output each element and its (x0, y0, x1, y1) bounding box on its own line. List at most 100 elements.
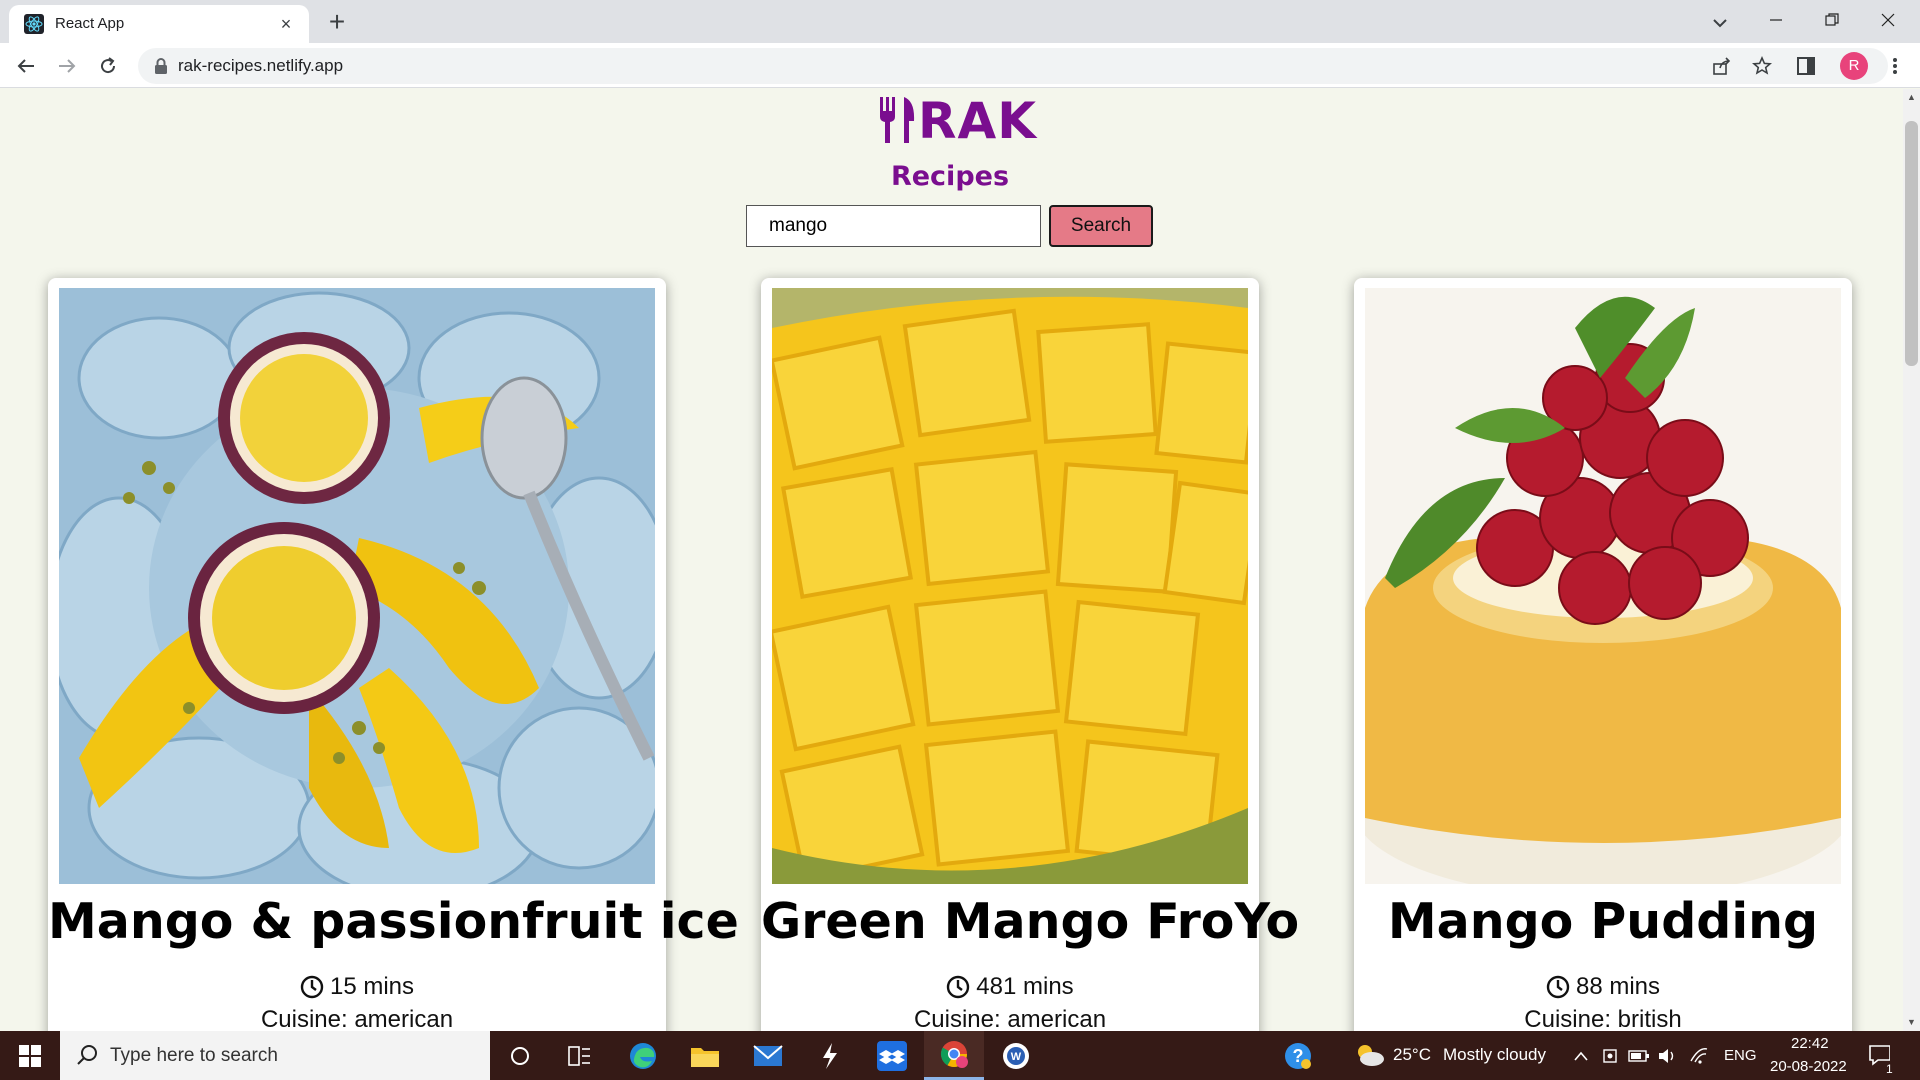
clock-icon (1546, 975, 1570, 999)
dropbox-icon (877, 1040, 907, 1071)
arrow-left-icon (17, 59, 34, 73)
profile-avatar[interactable]: R (1840, 52, 1868, 80)
recipe-image[interactable] (772, 288, 1248, 884)
weather-cloud-icon[interactable] (1354, 1042, 1386, 1068)
recipe-title: Mango & passionfruit ice (48, 893, 739, 950)
forward-button[interactable] (51, 50, 83, 82)
back-button[interactable] (10, 50, 42, 82)
minimize-button[interactable] (1748, 0, 1804, 40)
reload-icon (101, 57, 116, 74)
new-tab-button[interactable]: + (322, 8, 352, 38)
show-hidden-icons-chevron-icon[interactable] (1570, 1045, 1592, 1067)
taskbar-search-box[interactable]: Type here to search (60, 1031, 490, 1080)
mail-app[interactable] (738, 1031, 798, 1080)
browser-tab[interactable]: React App × (9, 5, 309, 43)
tab-close-icon[interactable]: × (275, 13, 297, 35)
close-window-button[interactable] (1860, 0, 1916, 40)
folder-icon (691, 1047, 719, 1067)
start-button[interactable] (0, 1031, 60, 1080)
arrow-right-icon (59, 59, 76, 73)
chrome-icon (940, 1041, 968, 1068)
cortana-button[interactable] (490, 1031, 550, 1080)
input-language[interactable]: ENG (1724, 1046, 1757, 1066)
recipe-title: Green Mango FroYo (761, 893, 1300, 950)
recipe-card[interactable]: Mango & passionfruit ice 15 mins Cuisine… (48, 278, 739, 1031)
chrome-app[interactable] (924, 1031, 984, 1080)
lightning-app[interactable] (800, 1031, 860, 1080)
recipe-time-text: 481 mins (976, 973, 1074, 1000)
edge-app[interactable] (613, 1031, 673, 1080)
browser-toolbar: rak-recipes.netlify.app R (0, 43, 1920, 88)
mail-icon (753, 1044, 783, 1066)
recipe-search-input[interactable] (746, 205, 1041, 247)
svg-text:W: W (1011, 1051, 1022, 1063)
close-icon (1881, 13, 1895, 27)
clock-date[interactable]: 20-08-2022 (1770, 1057, 1847, 1077)
recipe-cuisine: Cuisine: american (913, 1006, 1107, 1031)
logo-text: RAK (918, 92, 1037, 150)
meet-now-icon[interactable] (1600, 1045, 1622, 1067)
lightning-icon (823, 1042, 837, 1069)
recipe-image[interactable] (1365, 288, 1841, 884)
scroll-thumb[interactable] (1905, 121, 1918, 366)
dropbox-app[interactable] (862, 1031, 922, 1080)
windows-taskbar: Type here to search W ? 25°C Mostly clou… (0, 1031, 1920, 1080)
lock-icon[interactable] (154, 58, 168, 74)
cortana-icon (511, 1046, 529, 1065)
file-explorer-app[interactable] (675, 1031, 735, 1080)
site-logo[interactable]: RAK (878, 93, 1037, 149)
recipe-card[interactable]: Mango Pudding 88 mins Cuisine: british (1354, 278, 1852, 1031)
recipe-time-text: 15 mins (329, 973, 415, 1000)
share-icon[interactable] (1710, 54, 1734, 78)
volume-icon[interactable] (1656, 1045, 1678, 1067)
bookmark-star-icon[interactable] (1750, 54, 1774, 78)
page-viewport: RAK Recipes Search (0, 89, 1920, 1031)
battery-icon[interactable] (1628, 1045, 1650, 1067)
recipe-cuisine: Cuisine: american (260, 1006, 454, 1031)
recipe-cuisine: Cuisine: british (1524, 1006, 1682, 1031)
side-panel-icon[interactable] (1796, 56, 1816, 76)
address-bar[interactable]: rak-recipes.netlify.app (138, 48, 1888, 84)
restore-icon (1825, 13, 1839, 26)
recipe-image[interactable] (59, 288, 655, 884)
search-icon (77, 1045, 97, 1065)
weather-temp[interactable]: 25°C (1393, 1045, 1431, 1065)
edge-icon (630, 1042, 656, 1069)
mango-passionfruit-ice-image (59, 288, 655, 884)
site-tagline: Recipes (890, 161, 1010, 192)
recipe-time-text: 88 mins (1575, 973, 1661, 1000)
task-view-icon (568, 1045, 590, 1066)
weather-description[interactable]: Mostly cloudy (1443, 1045, 1546, 1065)
fork-knife-icon (880, 97, 915, 143)
recipe-time: 481 mins (761, 973, 1259, 1001)
page-scrollbar[interactable]: ▲ ▼ (1903, 89, 1920, 1031)
search-button[interactable]: Search (1049, 205, 1153, 247)
recipe-title: Mango Pudding (1387, 893, 1819, 950)
clock-icon (947, 975, 970, 999)
help-icon: ? (1285, 1042, 1311, 1069)
task-view-button[interactable] (550, 1031, 610, 1080)
url-text[interactable]: rak-recipes.netlify.app (178, 56, 343, 76)
tab-title: React App (55, 15, 125, 32)
reload-button[interactable] (92, 50, 124, 82)
help-app[interactable]: ? (1268, 1031, 1328, 1080)
recipe-card[interactable]: Green Mango FroYo 481 mins Cuisine: amer… (761, 278, 1300, 1031)
browser-menu-icon[interactable] (1882, 53, 1908, 79)
notification-count: 1 (1886, 1062, 1893, 1076)
restore-button[interactable] (1804, 0, 1860, 40)
recipe-time: 88 mins (1354, 973, 1852, 1001)
scroll-up-icon[interactable]: ▲ (1903, 89, 1920, 106)
mango-pudding-image (1365, 288, 1841, 884)
windows-logo-icon (19, 1044, 41, 1067)
scroll-down-icon[interactable]: ▼ (1903, 1014, 1920, 1031)
clock-icon (300, 975, 324, 999)
wifi-icon[interactable] (1688, 1045, 1710, 1067)
react-logo-icon (24, 14, 44, 34)
minimize-icon (1770, 19, 1782, 21)
tab-search-chevron-icon[interactable] (1705, 8, 1735, 38)
word-app[interactable]: W (986, 1031, 1046, 1080)
taskbar-search-placeholder: Type here to search (110, 1045, 278, 1066)
sliced-mango-image (772, 288, 1248, 884)
clock-time[interactable]: 22:42 (1791, 1034, 1829, 1054)
app-circle-icon: W (1003, 1042, 1029, 1069)
